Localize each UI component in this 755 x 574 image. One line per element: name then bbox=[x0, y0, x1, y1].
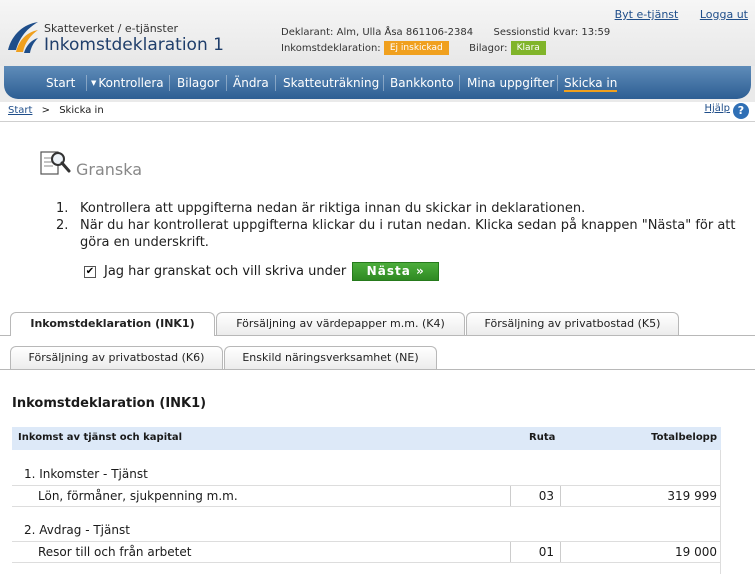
tab-ink1[interactable]: Inkomstdeklaration (INK1) bbox=[10, 312, 215, 336]
group-heading: 2. Avdrag - Tjänst bbox=[24, 523, 130, 537]
brand-subtitle: Skatteverket / e-tjänster bbox=[44, 22, 179, 35]
row-amount: 19 000 bbox=[675, 545, 717, 559]
row-box-number: 01 bbox=[510, 542, 561, 562]
row-label: Resor till och från arbetet bbox=[38, 545, 192, 559]
nav-divider bbox=[557, 75, 558, 91]
tab-underline bbox=[0, 369, 755, 370]
help-link-group[interactable]: Hjälp? bbox=[704, 103, 749, 119]
table-border bbox=[720, 450, 721, 574]
table-row: Lön, förmåner, sjukpenning m.m. 03 319 9… bbox=[12, 485, 721, 507]
declaration-info: Deklarant: Alm, Ulla Åsa 861106-2384 Ses… bbox=[281, 25, 610, 57]
declarant-label: Deklarant: bbox=[281, 27, 334, 38]
column-header-income: Inkomst av tjänst och kapital bbox=[18, 432, 183, 443]
top-links: Byt e-tjänst Logga ut bbox=[597, 8, 748, 21]
help-icon[interactable]: ? bbox=[733, 103, 749, 119]
dropdown-arrow-icon: ▼ bbox=[91, 79, 97, 87]
table-header: Inkomst av tjänst och kapital Ruta Total… bbox=[12, 427, 721, 450]
step-text: Kontrollera att uppgifterna nedan är rik… bbox=[80, 201, 586, 216]
section-heading-granska: Granska bbox=[76, 160, 143, 179]
column-header-total: Totalbelopp bbox=[651, 432, 717, 443]
nav-item-kontrollera[interactable]: ▼ Kontrollera bbox=[91, 74, 164, 92]
ink-status-badge: Ej inskickad bbox=[383, 41, 449, 55]
confirm-row: ✔ Jag har granskat och vill skriva under… bbox=[84, 262, 440, 281]
confirm-checkbox-label[interactable]: Jag har granskat och vill skriva under bbox=[104, 264, 346, 279]
confirm-checkbox[interactable]: ✔ bbox=[84, 265, 96, 278]
nav-item-bankkonto[interactable]: Bankkonto bbox=[390, 74, 454, 92]
breadcrumb-current: Skicka in bbox=[59, 105, 104, 116]
nav-item-start[interactable]: Start bbox=[46, 74, 75, 92]
app-header: Skatteverket / e-tjänster Inkomstdeklara… bbox=[0, 0, 755, 66]
step-number: 2. bbox=[56, 218, 69, 233]
breadcrumb-start-link[interactable]: Start bbox=[8, 105, 32, 116]
list-item: 1. Kontrollera att uppgifterna nedan är … bbox=[56, 200, 753, 217]
document-magnifier-icon bbox=[40, 151, 71, 175]
declarant-value: Alm, Ulla Åsa 861106-2384 bbox=[336, 27, 474, 38]
list-item: 2. När du har kontrollerat uppgifterna k… bbox=[56, 217, 753, 251]
nav-bar-background: Start ▼ Kontrollera Bilagor Ändra Skatteu… bbox=[0, 66, 755, 102]
tab-ne[interactable]: Enskild näringsverksamhet (NE) bbox=[224, 346, 437, 369]
help-link[interactable]: Hjälp bbox=[704, 103, 730, 114]
nav-item-andra[interactable]: Ändra bbox=[233, 74, 269, 92]
breadcrumb: Start > Skicka in bbox=[8, 105, 104, 116]
logout-link[interactable]: Logga ut bbox=[700, 8, 748, 21]
tab-underline bbox=[0, 335, 10, 336]
switch-service-link[interactable]: Byt e-tjänst bbox=[615, 8, 679, 21]
row-label: Lön, förmåner, sjukpenning m.m. bbox=[38, 489, 238, 503]
nav-divider bbox=[459, 75, 460, 91]
nav-divider bbox=[169, 75, 170, 91]
session-value: 13:59 bbox=[581, 27, 611, 38]
breadcrumb-separator: > bbox=[41, 105, 51, 116]
row-box-number: 03 bbox=[510, 486, 561, 506]
nav-divider bbox=[275, 75, 276, 91]
ink-status-label: Inkomstdeklaration: bbox=[281, 43, 381, 54]
instructions-list: 1. Kontrollera att uppgifterna nedan är … bbox=[56, 200, 753, 251]
tab-k4[interactable]: Försäljning av värdepapper m.m. (K4) bbox=[216, 312, 465, 335]
main-nav: Start ▼ Kontrollera Bilagor Ändra Skatteu… bbox=[4, 66, 751, 99]
nav-divider bbox=[383, 75, 384, 91]
table-row: Resor till och från arbetet 01 19 000 bbox=[12, 541, 721, 563]
session-label: Sessionstid kvar: bbox=[493, 27, 579, 38]
nav-divider bbox=[86, 75, 87, 91]
tab-k5[interactable]: Försäljning av privatbostad (K5) bbox=[466, 312, 679, 335]
tab-underline bbox=[215, 335, 755, 336]
step-number: 1. bbox=[56, 201, 69, 216]
nav-item-mina-uppgifter[interactable]: Mina uppgifter bbox=[467, 74, 554, 92]
step-text: När du har kontrollerat uppgifterna klic… bbox=[80, 218, 736, 250]
nav-item-kontrollera-label: Kontrollera bbox=[98, 76, 164, 90]
nav-divider bbox=[226, 75, 227, 91]
attachments-status-badge: Klara bbox=[510, 41, 546, 55]
app-title: Inkomstdeklaration 1 bbox=[44, 35, 224, 55]
skatteverket-logo-icon bbox=[8, 22, 38, 53]
tab-k6[interactable]: Försäljning av privatbostad (K6) bbox=[10, 346, 223, 369]
nav-item-bilagor[interactable]: Bilagor bbox=[177, 74, 219, 92]
next-button[interactable]: Nästa » bbox=[352, 262, 440, 281]
nav-item-skatteutrakning[interactable]: Skatteuträkning bbox=[283, 74, 379, 92]
form-section-title: Inkomstdeklaration (INK1) bbox=[12, 396, 207, 411]
nav-item-skicka-in[interactable]: Skicka in bbox=[564, 74, 618, 92]
group-heading: 1. Inkomster - Tjänst bbox=[24, 467, 148, 481]
attachments-label: Bilagor: bbox=[469, 43, 508, 54]
row-amount: 319 999 bbox=[667, 489, 717, 503]
column-header-box: Ruta bbox=[529, 432, 556, 443]
divider bbox=[0, 121, 755, 122]
